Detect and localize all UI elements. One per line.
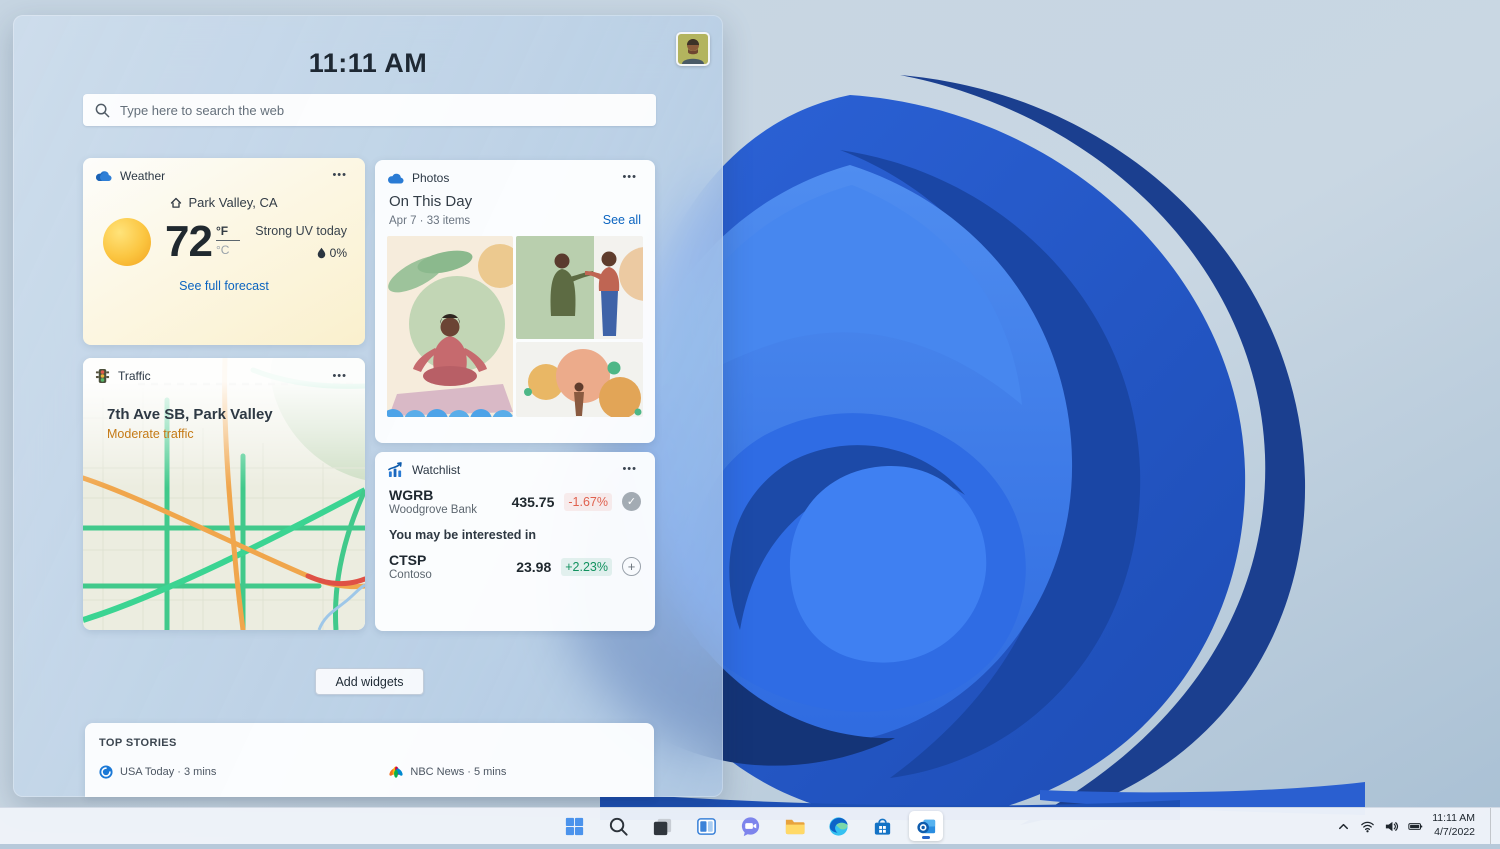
see-all-link[interactable]: See all <box>603 213 641 227</box>
user-avatar[interactable] <box>676 32 710 66</box>
weather-title: Weather <box>120 169 165 183</box>
droplet-icon <box>317 247 326 259</box>
show-desktop-button[interactable] <box>1490 808 1494 844</box>
photos-heading: On This Day <box>389 193 641 210</box>
file-explorer-button[interactable] <box>777 811 811 841</box>
usa-today-icon <box>99 765 113 779</box>
stock-symbol: WGRB <box>389 487 502 503</box>
tray-time: 11:11 AM <box>1432 812 1475 826</box>
outlook-button[interactable] <box>909 811 943 841</box>
traffic-title: Traffic <box>118 369 151 383</box>
stock-price: 23.98 <box>516 559 551 575</box>
tray-date: 4/7/2022 <box>1432 826 1475 840</box>
traffic-heading: 7th Ave SB, Park Valley <box>107 406 273 423</box>
store-icon <box>871 815 894 838</box>
photo-circles <box>516 342 643 417</box>
taskbar-search-button[interactable] <box>601 811 635 841</box>
home-icon <box>170 197 182 209</box>
traffic-widget[interactable]: Traffic ••• 7th Ave SB, Park Valley Mode… <box>83 358 365 630</box>
news-source-usa-today[interactable]: USA Today · 3 mins <box>99 765 216 779</box>
task-view-icon <box>651 815 674 838</box>
edge-icon <box>827 815 850 838</box>
unit-celsius[interactable]: °C <box>216 241 240 257</box>
task-view-button[interactable] <box>645 811 679 841</box>
web-search-bar <box>83 94 656 126</box>
photos-widget[interactable]: Photos ••• On This Day Apr 7 · 33 items … <box>375 160 655 443</box>
weather-condition: Strong UV today <box>255 224 347 238</box>
weather-precipitation: 0% <box>330 246 347 260</box>
stock-symbol: CTSP <box>389 552 506 568</box>
wifi-icon[interactable] <box>1360 819 1375 834</box>
store-button[interactable] <box>865 811 899 841</box>
stock-price: 435.75 <box>512 494 555 510</box>
news-source-nbc-news[interactable]: NBC News · 5 mins <box>389 765 506 779</box>
tray-chevron-up-icon[interactable] <box>1336 819 1351 834</box>
weather-menu-button[interactable]: ••• <box>326 168 353 183</box>
search-icon <box>95 103 110 118</box>
photos-subtitle: Apr 7 · 33 items <box>389 215 470 227</box>
news-source-label: NBC News · 5 mins <box>410 766 506 778</box>
taskbar: 11:11 AM 4/7/2022 <box>0 807 1500 844</box>
sun-icon <box>103 218 151 266</box>
avatar-photo-icon <box>678 34 708 64</box>
battery-icon[interactable] <box>1408 819 1423 834</box>
widgets-panel: 11:11 AM Weather ••• <box>13 15 723 797</box>
stock-name: Contoso <box>389 569 506 581</box>
widgets-button[interactable] <box>689 811 723 841</box>
weather-temperature: 72 <box>165 220 212 264</box>
weather-widget[interactable]: Weather ••• Park Valley, CA 72 °F °C Str… <box>83 158 365 345</box>
stock-row[interactable]: WGRB Woodgrove Bank 435.75 -1.67% ✓ <box>375 487 655 516</box>
top-stories-header: TOP STORIES <box>85 723 654 749</box>
news-source-label: USA Today · 3 mins <box>120 766 216 778</box>
tray-clock[interactable]: 11:11 AM 4/7/2022 <box>1432 812 1481 839</box>
stock-add-plus-icon[interactable]: + <box>622 557 641 576</box>
start-button[interactable] <box>557 811 591 841</box>
watchlist-interested-label: You may be interested in <box>375 516 655 542</box>
stock-row[interactable]: CTSP Contoso 23.98 +2.23% + <box>375 552 655 581</box>
stock-added-check-icon[interactable]: ✓ <box>622 492 641 511</box>
edge-button[interactable] <box>821 811 855 841</box>
chat-button[interactable] <box>733 811 767 841</box>
stock-name: Woodgrove Bank <box>389 504 502 516</box>
see-full-forecast-link[interactable]: See full forecast <box>83 279 365 293</box>
unit-fahrenheit[interactable]: °F <box>216 224 240 241</box>
outlook-icon <box>915 815 938 838</box>
photos-title: Photos <box>412 171 449 185</box>
stock-change: -1.67% <box>564 493 612 511</box>
add-widgets-button[interactable]: Add widgets <box>315 668 424 695</box>
watchlist-widget[interactable]: Watchlist ••• WGRB Woodgrove Bank 435.75… <box>375 452 655 631</box>
traffic-menu-button[interactable]: ••• <box>326 369 353 384</box>
traffic-light-icon <box>95 368 110 384</box>
photo-thumbnail[interactable] <box>516 342 643 417</box>
volume-icon[interactable] <box>1384 819 1399 834</box>
start-icon <box>563 815 586 838</box>
photo-thumbnail[interactable] <box>516 236 643 339</box>
search-icon <box>607 815 630 838</box>
widgets-icon <box>695 815 718 838</box>
nbc-news-icon <box>389 766 403 779</box>
weather-location: Park Valley, CA <box>188 195 277 210</box>
photos-cloud-icon <box>387 172 404 184</box>
top-stories-card[interactable]: TOP STORIES USA Today · 3 mins NBC News … <box>85 723 654 797</box>
stock-chart-icon <box>387 462 404 477</box>
watchlist-title: Watchlist <box>412 463 460 477</box>
chat-icon <box>739 815 762 838</box>
watchlist-menu-button[interactable]: ••• <box>616 462 643 477</box>
traffic-status: Moderate traffic <box>107 427 194 441</box>
stock-change: +2.23% <box>561 558 612 576</box>
active-app-indicator <box>922 836 930 839</box>
photo-two-people <box>516 236 643 339</box>
panel-clock: 11:11 AM <box>13 48 723 79</box>
photos-collage[interactable] <box>387 236 643 417</box>
photo-thumbnail[interactable] <box>387 236 513 417</box>
photo-meditation <box>387 236 513 417</box>
weather-cloud-icon <box>95 169 112 182</box>
photos-menu-button[interactable]: ••• <box>616 170 643 185</box>
file-explorer-icon <box>783 815 806 838</box>
search-input[interactable] <box>120 103 644 118</box>
